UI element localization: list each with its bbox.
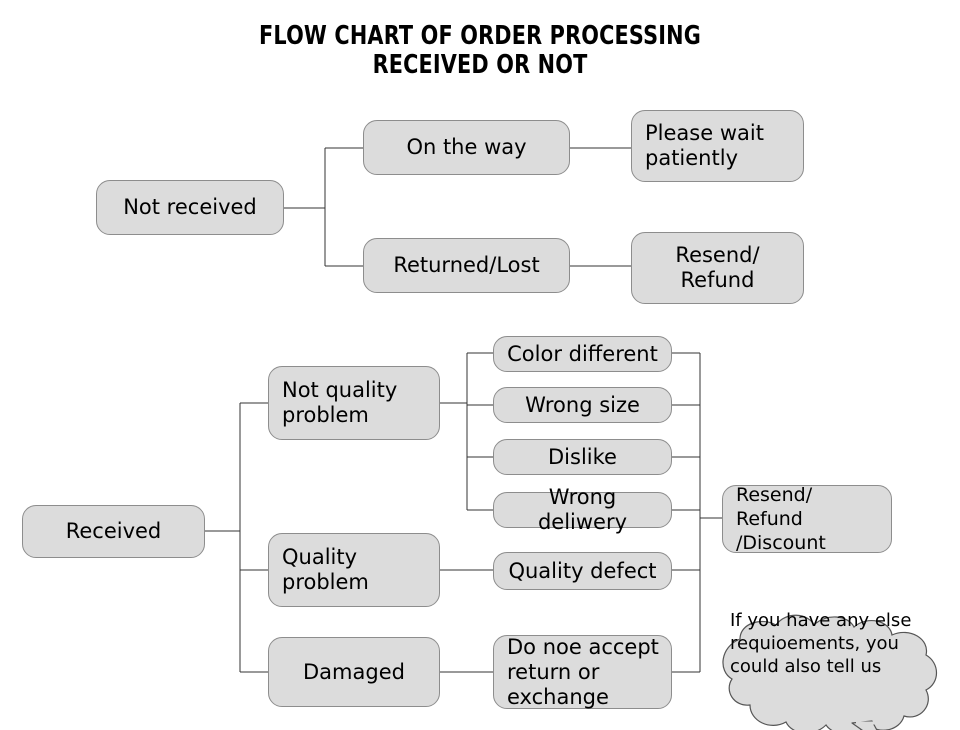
node-please-wait-patiently-label: Please wait patiently [645,121,764,170]
node-quality-problem[interactable]: Quality problem [268,533,440,607]
node-do-not-accept-label: Do noe accept return or exchange [507,634,659,709]
flow-chart-canvas: FLOW CHART OF ORDER PROCESSING RECEIVED … [0,0,960,730]
node-received-label: Received [65,519,162,543]
node-wrong-deliwery-label: Wrong deliwery [537,485,628,534]
node-not-received[interactable]: Not received [96,180,284,235]
node-quality-defect[interactable]: Quality defect [493,552,672,590]
node-received[interactable]: Received [22,505,205,558]
node-please-wait-patiently[interactable]: Please wait patiently [631,110,804,182]
node-not-quality-problem[interactable]: Not quality problem [268,366,440,440]
node-color-different[interactable]: Color different [493,336,672,372]
node-wrong-size-label: Wrong size [525,392,640,417]
node-on-the-way-label: On the way [406,135,527,159]
page-title: FLOW CHART OF ORDER PROCESSING RECEIVED … [259,21,701,80]
node-dislike[interactable]: Dislike [493,439,672,475]
node-resend-refund[interactable]: Resend/ Refund [631,232,804,304]
node-quality-defect-label: Quality defect [508,558,657,583]
node-on-the-way[interactable]: On the way [363,120,570,175]
node-resend-refund-discount-label: Resend/ Refund /Discount [736,484,826,554]
node-wrong-size[interactable]: Wrong size [493,387,672,423]
node-dislike-label: Dislike [548,444,617,469]
node-quality-problem-label: Quality problem [282,545,369,594]
node-wrong-deliwery[interactable]: Wrong deliwery [493,485,672,534]
note-bubble-text: If you have any else requioements, you c… [730,610,912,677]
node-color-different-label: Color different [507,341,658,366]
note-speech-bubble: If you have any else requioements, you c… [700,588,950,730]
node-returned-lost[interactable]: Returned/Lost [363,238,570,293]
node-not-received-label: Not received [123,195,257,219]
node-returned-lost-label: Returned/Lost [393,253,540,277]
node-damaged-label: Damaged [303,659,405,684]
node-do-not-accept-return-or-exchange[interactable]: Do noe accept return or exchange [493,635,672,709]
node-damaged[interactable]: Damaged [268,637,440,707]
node-not-quality-problem-label: Not quality problem [282,378,398,427]
node-resend-refund-label: Resend/ Refund [675,243,760,292]
node-resend-refund-discount[interactable]: Resend/ Refund /Discount [722,484,892,554]
